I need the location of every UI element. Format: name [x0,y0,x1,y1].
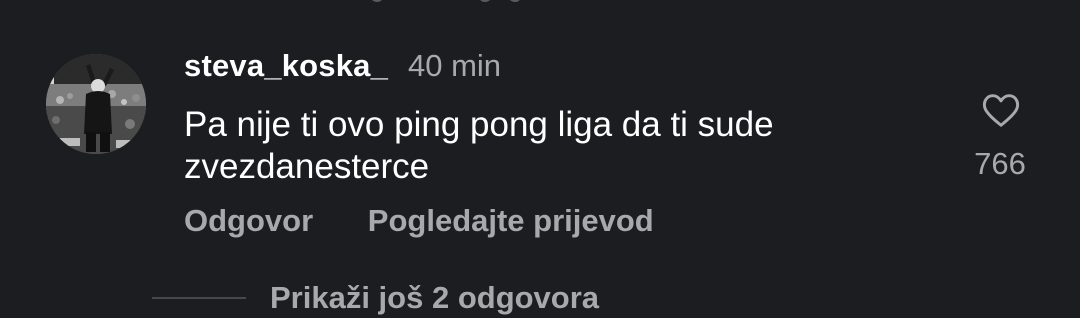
comment-text: Pa nije ti ovo ping pong liga da ti sude… [184,105,774,186]
like-button[interactable]: 766 [970,84,1030,184]
heart-outline-icon[interactable] [978,88,1024,132]
show-more-replies-button[interactable]: Prikaži još 2 odgovora [270,280,599,316]
see-translation-button[interactable]: Pogledajte prijevod [368,203,654,238]
replies-divider [152,297,246,299]
like-count: 766 [974,146,1026,181]
avatar-photo [46,54,146,154]
previous-row-fragment [360,0,530,2]
reply-button[interactable]: Odgovor [184,203,313,238]
timestamp: 40 min [408,48,502,83]
username[interactable]: steva_koska_ [184,48,388,84]
comment-actions: Odgovor Pogledajte prijevod [184,203,654,239]
avatar[interactable] [46,54,146,154]
